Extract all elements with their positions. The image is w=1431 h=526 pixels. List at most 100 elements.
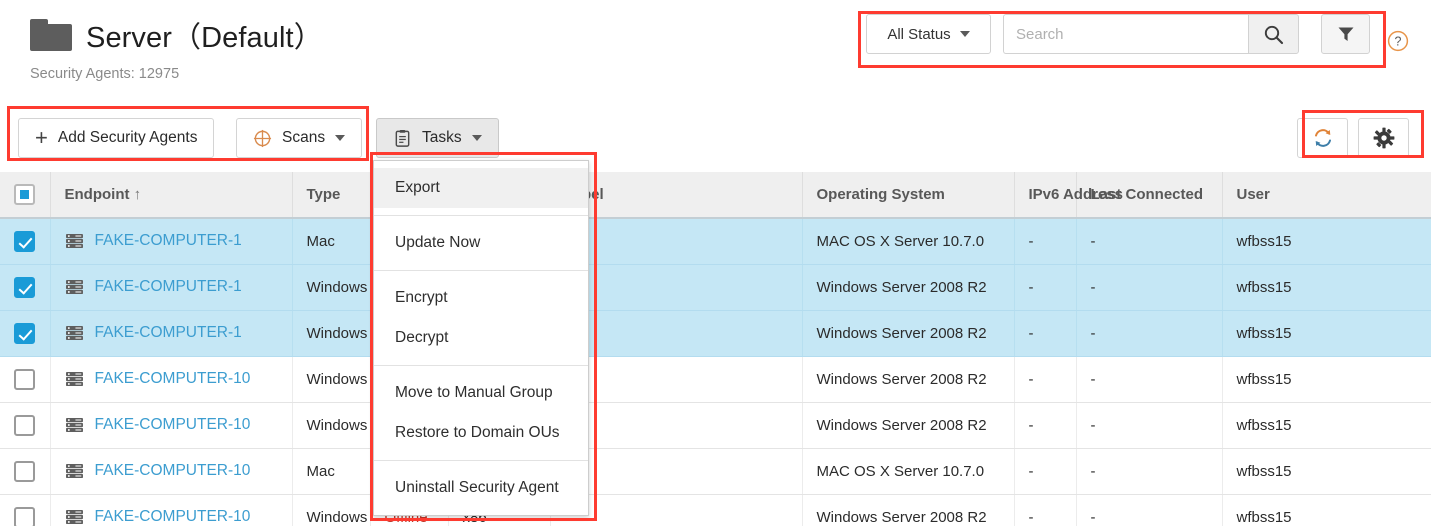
cell-operating-system: Windows Server 2008 R2 <box>802 494 1014 526</box>
row-checkbox[interactable] <box>14 231 35 252</box>
chevron-down-icon <box>335 135 345 141</box>
cell-user: wfbss15 <box>1222 218 1431 264</box>
column-header-operating-system[interactable]: Operating System <box>802 172 1014 218</box>
column-header-last-connected[interactable]: Last Connected <box>1076 172 1222 218</box>
column-header-user[interactable]: User <box>1222 172 1431 218</box>
menu-item-restore-to-domain-ous[interactable]: Restore to Domain OUs <box>374 413 588 453</box>
page-title: Server（Default） <box>86 14 323 56</box>
row-select-cell[interactable] <box>0 448 50 494</box>
menu-group: Uninstall Security Agent <box>374 461 588 515</box>
cell-type: Mac <box>292 448 370 494</box>
cell-type: Windows <box>292 494 370 526</box>
row-select-cell[interactable] <box>0 356 50 402</box>
tasks-dropdown-menu[interactable]: Export Update Now EncryptDecrypt Move to Ma… <box>373 160 589 516</box>
row-checkbox[interactable] <box>14 323 35 344</box>
svg-text:?: ? <box>1395 35 1402 49</box>
cell-user: wfbss15 <box>1222 448 1431 494</box>
select-all-checkbox[interactable] <box>14 184 35 205</box>
settings-button[interactable] <box>1358 118 1409 158</box>
row-checkbox[interactable] <box>14 415 35 436</box>
server-icon <box>65 279 84 295</box>
row-select-cell[interactable] <box>0 310 50 356</box>
row-checkbox[interactable] <box>14 369 35 390</box>
endpoint-link[interactable]: FAKE-COMPUTER-10 <box>95 370 251 388</box>
menu-item-uninstall-security-agent[interactable]: Uninstall Security Agent <box>374 468 588 508</box>
row-select-cell[interactable] <box>0 402 50 448</box>
cell-last-connected: - <box>1076 264 1222 310</box>
cell-ipv6-address: - <box>1014 494 1076 526</box>
cell-operating-system: Windows Server 2008 R2 <box>802 310 1014 356</box>
menu-group: Update Now <box>374 216 588 271</box>
status-filter-dropdown[interactable]: All Status <box>866 14 991 54</box>
tasks-button[interactable]: Tasks <box>376 118 499 158</box>
cell-ipv6-address: - <box>1014 310 1076 356</box>
row-checkbox[interactable] <box>14 507 35 526</box>
column-header-type[interactable]: Type <box>292 172 370 218</box>
crosshair-target-icon <box>253 129 272 148</box>
cell-endpoint: FAKE-COMPUTER-10 <box>50 448 292 494</box>
cell-type: Mac <box>292 218 370 264</box>
table-row[interactable]: FAKE-COMPUTER-10WindowsWindows Server 20… <box>0 356 1431 402</box>
search-input[interactable] <box>1003 14 1248 54</box>
cell-endpoint: FAKE-COMPUTER-10 <box>50 494 292 526</box>
endpoint-link[interactable]: FAKE-COMPUTER-1 <box>95 232 242 250</box>
table-body: FAKE-COMPUTER-1 Mac MAC OS X Server 10.7.0… <box>0 218 1431 526</box>
security-agents-count: Security Agents: 12975 <box>30 66 179 82</box>
cell-ipv6-address: - <box>1014 448 1076 494</box>
table-row[interactable]: FAKE-COMPUTER-1WindowsWindows Server 200… <box>0 264 1431 310</box>
row-checkbox[interactable] <box>14 461 35 482</box>
row-checkbox[interactable] <box>14 277 35 298</box>
cell-user: wfbss15 <box>1222 494 1431 526</box>
cell-endpoint: FAKE-COMPUTER-10 <box>50 356 292 402</box>
server-icon <box>65 233 84 249</box>
refresh-button[interactable] <box>1297 118 1348 158</box>
cell-type: Windows <box>292 356 370 402</box>
table-header-row: Endpoint ↑ Type Label Operating System I… <box>0 172 1431 218</box>
page-header: Server（Default） Security Agents: 12975 A… <box>0 0 1431 98</box>
endpoint-link[interactable]: FAKE-COMPUTER-1 <box>95 324 242 342</box>
table-row[interactable]: FAKE-COMPUTER-1 Windows Windows Server 200… <box>0 310 1431 356</box>
cell-user: wfbss15 <box>1222 310 1431 356</box>
cell-user: wfbss15 <box>1222 356 1431 402</box>
scans-button[interactable]: Scans <box>236 118 362 158</box>
cell-endpoint: FAKE-COMPUTER-10 <box>50 402 292 448</box>
cell-last-connected: - <box>1076 356 1222 402</box>
endpoint-link[interactable]: FAKE-COMPUTER-10 <box>95 416 251 434</box>
column-header-endpoint[interactable]: Endpoint ↑ <box>50 172 292 218</box>
cell-last-connected: - <box>1076 310 1222 356</box>
filter-button[interactable] <box>1321 14 1370 54</box>
table-row[interactable]: FAKE-COMPUTER-10 Mac MAC OS X Server 10.7.… <box>0 448 1431 494</box>
cell-ipv6-address: - <box>1014 264 1076 310</box>
endpoint-link[interactable]: FAKE-COMPUTER-10 <box>95 508 251 526</box>
security-agents-table-wrap: Endpoint ↑ Type Label Operating System I… <box>0 172 1431 526</box>
endpoint-link[interactable]: FAKE-COMPUTER-1 <box>95 278 242 296</box>
table-row[interactable]: FAKE-COMPUTER-10WindowsWindows Server 20… <box>0 402 1431 448</box>
menu-group: Move to Manual GroupRestore to Domain OU… <box>374 366 588 461</box>
server-icon <box>65 325 84 341</box>
endpoint-link[interactable]: FAKE-COMPUTER-10 <box>95 462 251 480</box>
menu-item-move-to-manual-group[interactable]: Move to Manual Group <box>374 373 588 413</box>
select-all-header[interactable] <box>0 172 50 218</box>
add-security-agents-button[interactable]: + Add Security Agents <box>18 118 214 158</box>
table-row[interactable]: FAKE-COMPUTER-10WindowsOfflinex86Windows… <box>0 494 1431 526</box>
row-select-cell[interactable] <box>0 264 50 310</box>
table-row[interactable]: FAKE-COMPUTER-1MacMAC OS X Server 10.7.0… <box>0 218 1431 264</box>
cell-operating-system: MAC OS X Server 10.7.0 <box>802 448 1014 494</box>
menu-item-update-now[interactable]: Update Now <box>374 223 588 263</box>
menu-item-encrypt[interactable]: Encrypt <box>374 278 588 318</box>
gear-icon <box>1373 127 1395 149</box>
menu-item-decrypt[interactable]: Decrypt <box>374 318 588 358</box>
column-header-ipv6-address[interactable]: IPv6 Address <box>1014 172 1076 218</box>
cell-last-connected: - <box>1076 402 1222 448</box>
column-label-endpoint: Endpoint <box>65 186 130 203</box>
row-select-cell[interactable] <box>0 494 50 526</box>
tasks-label: Tasks <box>422 129 462 147</box>
row-select-cell[interactable] <box>0 218 50 264</box>
question-mark-help-icon[interactable]: ? <box>1387 30 1409 52</box>
cell-operating-system: Windows Server 2008 R2 <box>802 264 1014 310</box>
search-icon <box>1263 24 1284 45</box>
menu-item-export[interactable]: Export <box>374 168 588 208</box>
server-icon <box>65 371 84 387</box>
search-button[interactable] <box>1248 14 1299 54</box>
cell-type: Windows <box>292 310 370 356</box>
